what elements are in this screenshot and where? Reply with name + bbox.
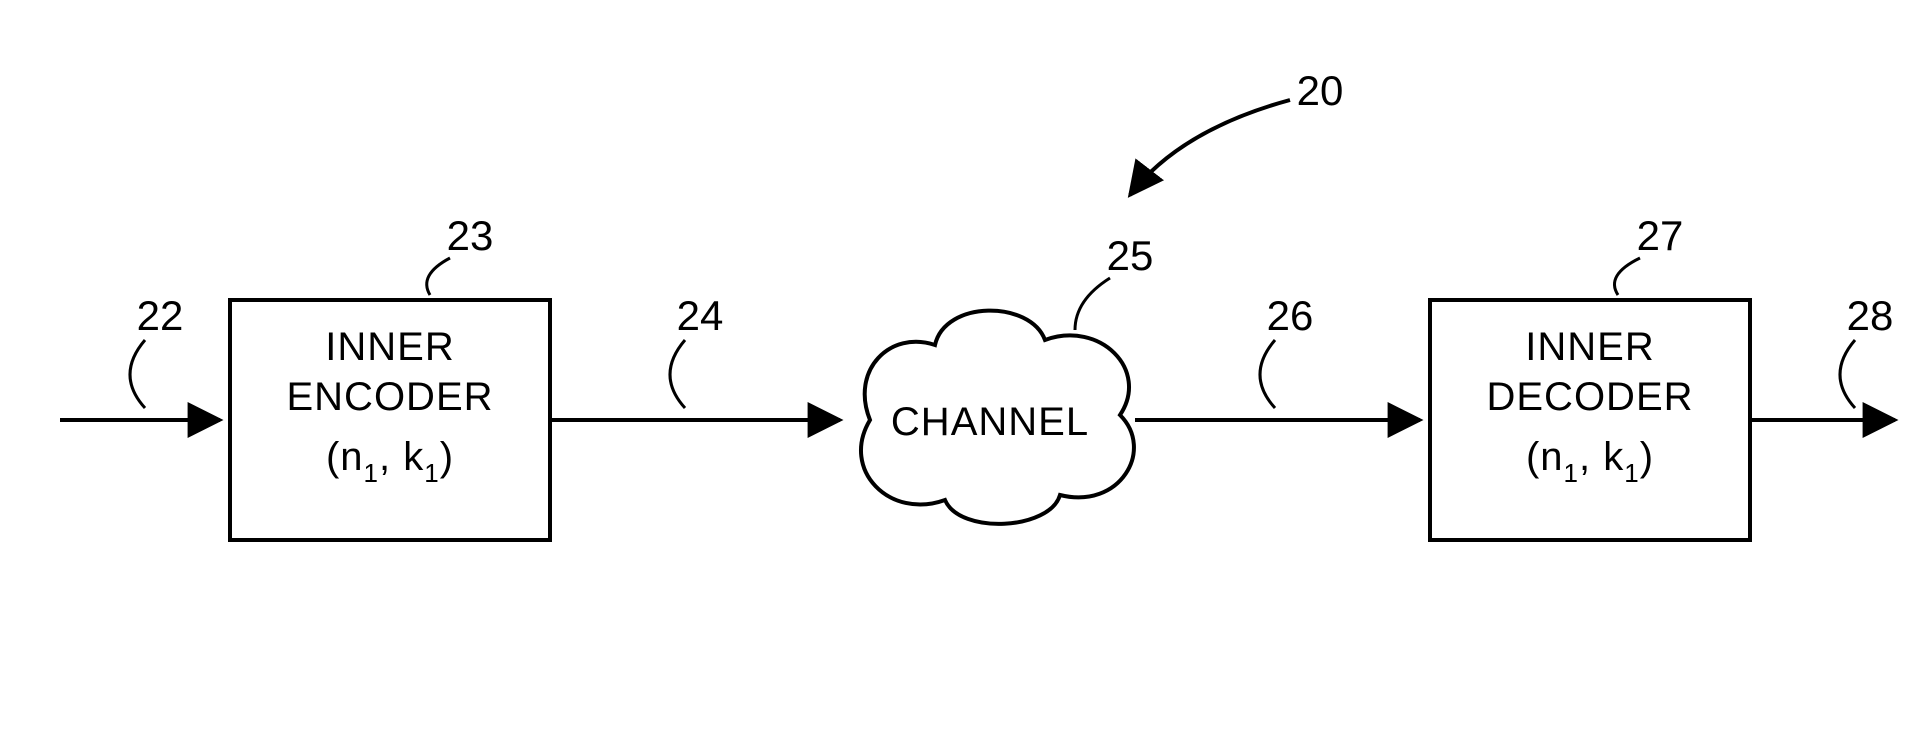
ref-22-group: 22	[130, 292, 183, 408]
ref-27-group: 27	[1614, 212, 1683, 295]
encoder-k: k	[403, 435, 424, 479]
ref-28-group: 28	[1840, 292, 1893, 408]
decoder-params: (n1, k1)	[1526, 435, 1654, 488]
ref-20-group: 20	[1130, 67, 1343, 195]
encoder-n: n	[340, 435, 363, 479]
encoder-line2: ENCODER	[286, 375, 493, 419]
ref-23-label: 23	[447, 212, 494, 259]
ref-22-label: 22	[137, 292, 184, 339]
encoder-open: (	[326, 435, 340, 479]
decoder-open: (	[1526, 435, 1540, 479]
decoder-k-sub: 1	[1624, 458, 1639, 488]
decoder-close: )	[1640, 435, 1654, 479]
ref-23-group: 23	[427, 212, 494, 295]
encoder-line1: INNER	[325, 325, 454, 369]
decoder-n: n	[1540, 435, 1563, 479]
encoder-n-sub: 1	[364, 458, 379, 488]
ref-26-label: 26	[1267, 292, 1314, 339]
ref-27-label: 27	[1637, 212, 1684, 259]
ref-24-group: 24	[670, 292, 723, 408]
channel-cloud: CHANNEL	[861, 311, 1134, 524]
encoder-block: INNER ENCODER (n1, k1)	[230, 300, 550, 540]
ref-24-label: 24	[677, 292, 724, 339]
decoder-k: k	[1603, 435, 1624, 479]
decoder-line2: DECODER	[1486, 375, 1693, 419]
ref-20-label: 20	[1297, 67, 1344, 114]
encoder-comma: ,	[379, 435, 403, 479]
channel-label: CHANNEL	[891, 400, 1089, 444]
decoder-line1: INNER	[1525, 325, 1654, 369]
decoder-block: INNER DECODER (n1, k1)	[1430, 300, 1750, 540]
ref-25-group: 25	[1075, 232, 1153, 330]
decoder-comma: ,	[1579, 435, 1603, 479]
ref-26-group: 26	[1260, 292, 1313, 408]
encoder-params: (n1, k1)	[326, 435, 454, 488]
encoder-close: )	[440, 435, 454, 479]
decoder-n-sub: 1	[1564, 458, 1579, 488]
encoder-k-sub: 1	[424, 458, 439, 488]
diagram-svg: 22 INNER ENCODER (n1, k1) 23 24 CHANNEL …	[0, 0, 1926, 746]
ref-28-label: 28	[1847, 292, 1894, 339]
ref-25-label: 25	[1107, 232, 1154, 279]
